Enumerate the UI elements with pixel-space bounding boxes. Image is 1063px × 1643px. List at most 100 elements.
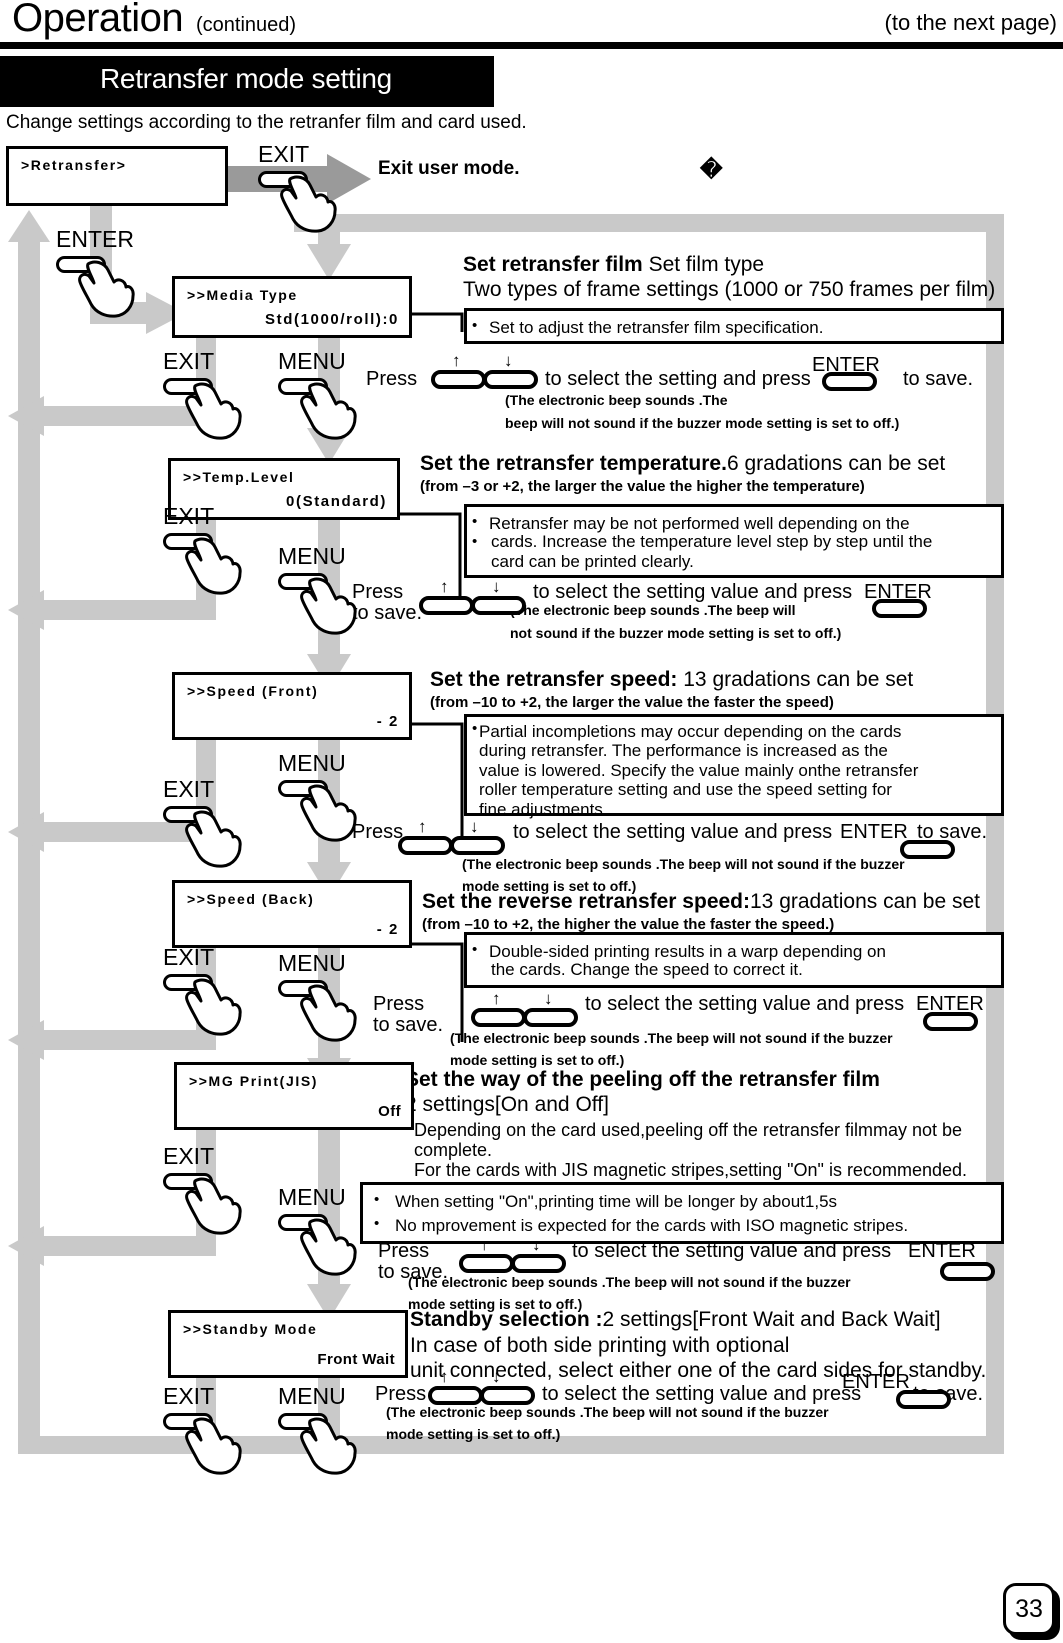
select-value-text-4: to select the setting value and press — [585, 993, 905, 1015]
step-mg-print-title: Set the way of the peeling off the retra… — [405, 1068, 880, 1091]
step-standby-mode-title-rest: 2 settings[Front Wait and Back Wait] — [602, 1308, 941, 1331]
step-speed-front-title-rest: 13 gradations can be set — [677, 668, 914, 691]
menu-button-speed-back-label: MENU — [278, 950, 346, 976]
exit-button-temp-level-label: EXIT — [163, 503, 215, 529]
lcd-standby-mode: >>Standby Mode Front Wait — [168, 1310, 408, 1378]
step-standby-mode-title: Standby selection :2 settings[Front Wait… — [410, 1308, 941, 1332]
flow-exit-arrowhead-5 — [8, 1226, 44, 1266]
note-temp-level-lines: cards. Increase the temperature level st… — [491, 532, 932, 572]
connector-line-2 — [398, 512, 462, 600]
page-number-badge: 33 — [1003, 1583, 1055, 1635]
step-temp-level-title-rest: 6 gradations can be set — [726, 452, 946, 475]
page-title: Operation — [12, 0, 184, 40]
flow-exit-elbow-5 — [40, 1236, 216, 1256]
note-speed-back-lines: the cards. Change the speed to correct i… — [491, 960, 803, 980]
step-speed-front-title2: (from –10 to +2, the larger the value th… — [430, 694, 834, 711]
enter-button-4[interactable] — [923, 1012, 978, 1031]
step-media-type-title2: Two types of frame settings (1000 or 750… — [463, 278, 996, 301]
down-button-3[interactable] — [450, 836, 505, 855]
hand-press-icon — [300, 1417, 357, 1475]
menu-button-speed-front-label: MENU — [278, 750, 346, 776]
lcd-mg-print: >>MG Print(JIS) Off — [174, 1062, 414, 1130]
enter-button-1[interactable] — [822, 372, 877, 391]
hand-press-icon — [300, 577, 357, 635]
note-line: fine adjustments. — [479, 799, 608, 819]
down-button-1[interactable] — [483, 370, 538, 389]
up-button-2[interactable] — [419, 596, 474, 615]
step-speed-back-title2: (from –10 to +2, the higher the value th… — [422, 916, 835, 933]
manual-page: Operation (continued) (to the next page)… — [0, 0, 1063, 1643]
up-button-5[interactable] — [459, 1254, 514, 1273]
beep-note-2b: not sound if the buzzer mode setting is … — [510, 625, 842, 641]
enter-button-6[interactable] — [896, 1390, 951, 1409]
lcd-media-type-line1: >>Media Type — [187, 287, 298, 303]
to-save-text-2: to save. — [352, 602, 423, 624]
hand-press-icon — [78, 260, 135, 318]
up-arrow-glyph-6: ↑ — [440, 1367, 449, 1386]
press-label-4: Press — [373, 993, 425, 1015]
note-temp-level: Retransfer may be not performed well dep… — [464, 504, 1004, 578]
step-standby-mode-title-bold: Standby selection : — [410, 1308, 603, 1331]
note-mg-print: When setting "On",printing time will be … — [360, 1182, 1004, 1244]
lcd-standby-mode-line2: Front Wait — [317, 1351, 395, 1368]
down-arrow-glyph-2: ↓ — [492, 577, 501, 596]
lcd-speed-front-line1: >>Speed (Front) — [187, 683, 319, 699]
note-item: Set to adjust the retransfer film specif… — [467, 317, 993, 338]
step-temp-level-title: Set the retransfer temperature.6 gradati… — [420, 452, 945, 476]
step-speed-back-title-rest: 13 gradations can be set — [750, 890, 980, 913]
body-line: For the cards with JIS magnetic stripes,… — [414, 1160, 967, 1181]
up-button-1[interactable] — [431, 370, 486, 389]
up-arrow-glyph-3: ↑ — [418, 817, 427, 836]
menu-button-temp-level-label: MENU — [278, 543, 346, 569]
down-button-5[interactable] — [511, 1254, 566, 1273]
step-speed-front-title-bold: Set the retransfer speed: — [430, 668, 678, 691]
note-line: roller temperature setting and use the s… — [479, 780, 892, 800]
note-line: during retransfer. The performance is in… — [479, 741, 888, 760]
select-value-text-6: to select the setting value and press — [542, 1383, 862, 1405]
exit-button-standby-mode-label: EXIT — [163, 1383, 215, 1409]
select-value-text-3: to select the setting value and press — [513, 821, 833, 843]
up-button-4[interactable] — [471, 1008, 526, 1027]
page-title-continued: (continued) — [196, 14, 297, 36]
enter-button-2[interactable] — [872, 599, 927, 618]
note-line: the cards. Change the speed to correct i… — [491, 960, 803, 979]
step-speed-back-title: Set the reverse retransfer speed:13 grad… — [422, 890, 980, 914]
down-button-4[interactable] — [523, 1008, 578, 1027]
lcd-retransfer-line1: >Retransfer> — [21, 157, 127, 173]
enter-label-3: ENTER — [840, 821, 908, 843]
down-button-2[interactable] — [471, 596, 526, 615]
select-value-text-2: to select the setting value and press — [533, 581, 853, 603]
to-save-text-4: to save. — [373, 1014, 444, 1036]
step-temp-level-title2: (from –3 or +2, the larger the value the… — [420, 478, 865, 495]
enter-button-3[interactable] — [900, 840, 955, 859]
note-item: No mprovement is expected for the cards … — [369, 1215, 993, 1236]
beep-note-6a: (The electronic beep sounds .The beep wi… — [386, 1404, 829, 1420]
hand-press-icon — [185, 537, 242, 595]
down-button-6[interactable] — [480, 1386, 535, 1405]
hand-press-icon — [300, 1218, 357, 1276]
exit-user-mode-text: Exit user mode. — [378, 158, 520, 179]
enter-button-5[interactable] — [940, 1262, 995, 1281]
body-line: complete. — [414, 1140, 493, 1161]
up-button-3[interactable] — [398, 836, 453, 855]
menu-button-standby-mode-label: MENU — [278, 1383, 346, 1409]
flow-exit-elbow-2 — [40, 600, 216, 620]
beep-note-5a: (The electronic beep sounds .The beep wi… — [408, 1274, 851, 1290]
step-media-type-title: Set retransfer film Set film type — [463, 253, 764, 277]
note-item: Partial incompletions may occur dependin… — [467, 721, 995, 741]
step-media-type-title-rest: Set film type — [642, 253, 765, 276]
to-next-page-note: (to the next page) — [884, 10, 1057, 35]
hand-press-icon — [185, 1177, 242, 1235]
press-label-6: Press — [375, 1383, 427, 1405]
lcd-temp-level-line1: >>Temp.Level — [183, 469, 295, 485]
flow-exit-arrowhead-4 — [8, 1020, 44, 1060]
note-line: cards. Increase the temperature level st… — [491, 532, 933, 551]
up-button-6[interactable] — [428, 1386, 483, 1405]
lcd-speed-front-line2: - 2 — [376, 713, 399, 730]
hand-press-icon — [185, 810, 242, 868]
menu-button-mg-print-label: MENU — [278, 1184, 346, 1210]
to-save-text-1: to save. — [903, 368, 974, 390]
up-arrow-glyph-2: ↑ — [440, 577, 449, 596]
note-item: When setting "On",printing time will be … — [369, 1191, 993, 1212]
up-arrow-glyph-1: ↑ — [452, 351, 461, 370]
